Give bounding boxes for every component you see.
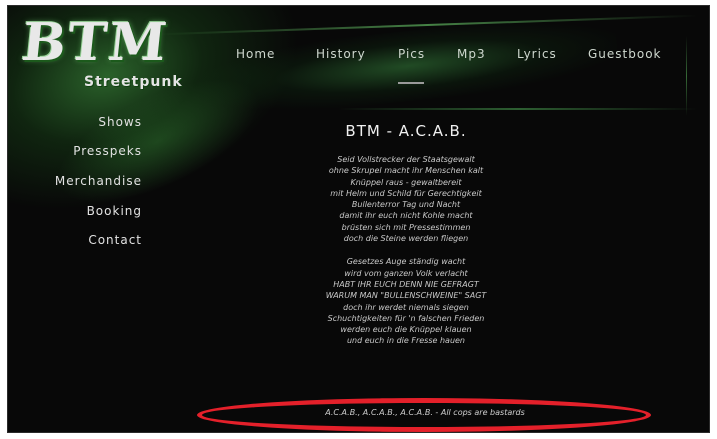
- lyric-line: wird vom ganzen Volk verlacht: [344, 268, 468, 278]
- lyric-line: brüsten sich mit Pressestimmen: [341, 222, 471, 232]
- lyric-line: ohne Skrupel macht ihr Menschen kalt: [328, 166, 484, 176]
- sidebar-item-shows[interactable]: Shows: [98, 115, 142, 129]
- lyric-line: und euch in die Fresse hauen: [346, 336, 465, 346]
- lyric-line: WARUM MAN "BULLENSCHWEINE" SAGT: [325, 291, 487, 301]
- lyric-line: Knüppel raus - gewaltbereit: [350, 177, 462, 187]
- lyrics-content: BTM - A.C.A.B. Seid Vollstrecker der Sta…: [256, 118, 556, 359]
- lyric-line: Gesetzes Auge ständig wacht: [346, 257, 466, 267]
- nav-separator: [398, 82, 424, 84]
- page: BTM Streetpunk Home History Pics Mp3 Lyr…: [0, 0, 717, 439]
- lyric-line: Seid Vollstrecker der Staatsgewalt: [337, 155, 475, 164]
- logo-subtitle: Streetpunk: [84, 74, 183, 90]
- lyric-line: Bullenterror Tag und Nacht: [351, 200, 461, 210]
- top-navigation: Home History Pics Mp3 Lyrics Guestbook: [236, 47, 691, 65]
- nav-item-lyrics[interactable]: Lyrics: [517, 47, 557, 61]
- lyrics-stanza-2: Gesetzes Auge ständig wacht wird vom gan…: [256, 256, 556, 346]
- lyric-line: werden euch die Knüppel klauen: [340, 325, 472, 335]
- lyric-line: doch ihr werdet niemals siegen: [343, 302, 469, 312]
- sidebar-item-merchandise[interactable]: Merchandise: [55, 174, 142, 188]
- side-navigation: Shows Presspeks Merchandise Booking Cont…: [30, 115, 142, 247]
- lyric-line: damit ihr euch nicht Kohle macht: [339, 211, 473, 221]
- song-title: BTM - A.C.A.B.: [345, 122, 467, 140]
- sidebar-item-contact[interactable]: Contact: [88, 233, 142, 247]
- nav-item-history[interactable]: History: [316, 47, 366, 61]
- lyric-line: HABT IHR EUCH DENN NIE GEFRAGT: [333, 279, 479, 289]
- green-streak-mid: [338, 108, 698, 110]
- sidebar-item-booking[interactable]: Booking: [87, 204, 142, 218]
- nav-item-home[interactable]: Home: [236, 47, 275, 61]
- lyrics-stanza-1: Seid Vollstrecker der Staatsgewalt ohne …: [256, 154, 556, 244]
- lyric-line: mit Helm und Schild für Gerechtigkeit: [330, 188, 482, 198]
- lyric-line: doch die Steine werden fliegen: [343, 234, 469, 244]
- lyrics-footer-line: A.C.A.B., A.C.A.B., A.C.A.B. - All cops …: [325, 408, 525, 417]
- nav-item-guestbook[interactable]: Guestbook: [588, 47, 662, 61]
- nav-item-mp3[interactable]: Mp3: [457, 47, 486, 61]
- lyric-line: Schuchtigkeiten für 'n falschen Frieden: [327, 313, 485, 323]
- sidebar-item-presspeks[interactable]: Presspeks: [73, 144, 142, 158]
- nav-item-pics[interactable]: Pics: [398, 47, 425, 61]
- logo-main-text: BTM: [18, 12, 172, 73]
- site-logo[interactable]: BTM Streetpunk: [18, 12, 222, 98]
